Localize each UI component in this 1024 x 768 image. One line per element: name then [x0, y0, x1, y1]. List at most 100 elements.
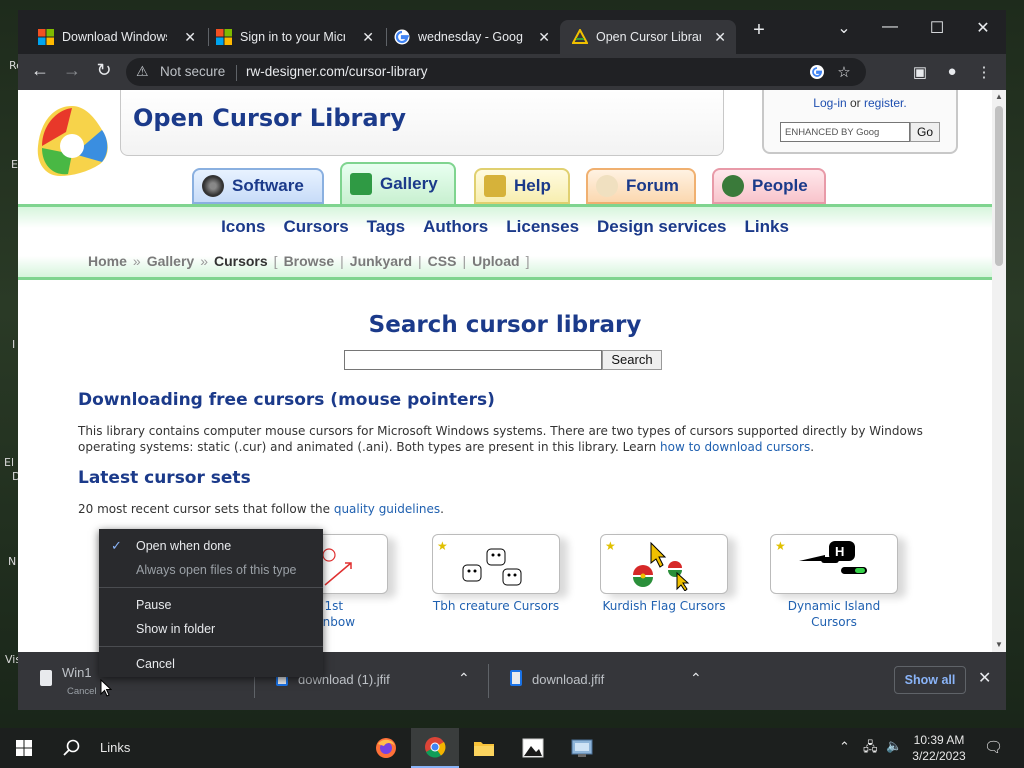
menu-cancel[interactable]: Cancel — [99, 652, 323, 676]
notification-icon[interactable]: 🗨 — [984, 738, 1003, 756]
maximize-button[interactable]: ☐ — [927, 18, 947, 38]
control-panel-taskbar-button[interactable] — [558, 728, 606, 768]
download-heading: Downloading free cursors (mouse pointers… — [78, 390, 495, 410]
star-icon: ★ — [775, 539, 786, 553]
scroll-up-icon[interactable]: ▲ — [995, 92, 1003, 101]
tab-download-windows[interactable]: Download Windows 1 ✕ — [26, 20, 206, 54]
crumb-junkyard[interactable]: Junkyard — [350, 253, 412, 269]
close-tab-icon[interactable]: ✕ — [538, 29, 550, 46]
bookmark-star-icon[interactable]: ☆ — [834, 63, 854, 81]
tab-label: Gallery — [380, 174, 438, 193]
tab-gallery[interactable]: Gallery — [340, 162, 456, 204]
close-window-button[interactable]: ✕ — [973, 18, 993, 38]
security-status[interactable]: Not secure — [160, 64, 225, 79]
login-link[interactable]: Log-in — [813, 96, 846, 110]
taskbar-search-button[interactable] — [48, 728, 96, 768]
site-header: Open Cursor Library — [120, 90, 724, 156]
person-icon — [722, 175, 744, 197]
menu-licenses[interactable]: Licenses — [506, 217, 579, 237]
how-to-download-link[interactable]: how to download cursors — [660, 440, 810, 454]
tab-people[interactable]: People — [712, 168, 826, 204]
search-button[interactable]: Search — [602, 350, 662, 370]
menu-authors[interactable]: Authors — [423, 217, 488, 237]
reload-icon[interactable]: ↻ — [92, 60, 116, 81]
download-paragraph: This library contains computer mouse cur… — [78, 424, 923, 454]
download-item-download[interactable]: download.jfif ⌃ — [488, 652, 722, 710]
close-tab-icon[interactable]: ✕ — [184, 29, 196, 46]
tab-search-dropdown-icon[interactable]: ⌄ — [834, 18, 854, 38]
url-text[interactable]: rw-designer.com/cursor-library — [246, 64, 428, 79]
network-icon[interactable]: 🖧 — [863, 738, 878, 760]
menu-divider — [99, 646, 323, 647]
tab-software[interactable]: Software — [192, 168, 324, 204]
crumb-upload[interactable]: Upload — [472, 253, 519, 269]
menu-design-services[interactable]: Design services — [597, 217, 726, 237]
side-panel-icon[interactable]: ▣ — [910, 63, 930, 81]
google-search-input[interactable]: ENHANCED BY Goog — [780, 122, 910, 142]
new-tab-button[interactable]: + — [749, 19, 769, 42]
back-icon[interactable]: ← — [28, 60, 52, 81]
tray-overflow-icon[interactable]: ⌃ — [839, 739, 850, 755]
chrome-taskbar-button[interactable] — [411, 728, 459, 768]
crumb-css[interactable]: CSS — [428, 253, 457, 269]
forward-icon[interactable]: → — [60, 60, 84, 81]
tab-help[interactable]: Help — [474, 168, 570, 204]
cursor-card-tbh-creature[interactable]: ★ — [432, 534, 560, 594]
menu-tags[interactable]: Tags — [367, 217, 405, 237]
go-button[interactable]: Go — [910, 122, 940, 142]
taskbar: Links ⌃ 🖧 🔈 10:39 AM 3/22/2023 🗨 — [0, 728, 1024, 768]
system-clock[interactable]: 10:39 AM 3/22/2023 — [904, 732, 974, 764]
cursor-search-input[interactable] — [344, 350, 602, 370]
firefox-taskbar-button[interactable] — [362, 728, 410, 768]
crumb-home[interactable]: Home — [88, 253, 127, 269]
page-scrollbar[interactable]: ▲ ▼ — [992, 90, 1006, 652]
crumb-gallery[interactable]: Gallery — [147, 253, 194, 269]
menu-icon[interactable]: ⋮ — [974, 63, 994, 81]
menu-links[interactable]: Links — [745, 217, 789, 237]
quality-guidelines-link[interactable]: quality guidelines — [334, 502, 440, 516]
volume-icon[interactable]: 🔈 — [886, 738, 902, 754]
tab-open-cursor-library[interactable]: Open Cursor Library ✕ — [560, 20, 736, 54]
chevron-up-icon[interactable]: ⌃ — [690, 670, 702, 687]
minimize-button[interactable]: — — [880, 18, 900, 36]
start-button[interactable] — [0, 728, 48, 768]
photos-taskbar-button[interactable] — [509, 728, 557, 768]
file-explorer-taskbar-button[interactable] — [460, 728, 508, 768]
download-filename: download.jfif — [532, 672, 605, 687]
tab-google-search[interactable]: wednesday - Google ✕ — [382, 20, 560, 54]
menu-show-in-folder[interactable]: Show in folder — [99, 617, 323, 641]
menu-pause[interactable]: Pause — [99, 593, 323, 617]
tab-forum[interactable]: Forum — [586, 168, 696, 204]
menu-cursors[interactable]: Cursors — [283, 217, 348, 237]
help-icon — [484, 175, 506, 197]
cursor-card-dynamic-island[interactable]: ★ H — [770, 534, 898, 594]
card-label[interactable]: Dynamic Island Cursors — [744, 598, 924, 630]
menu-always-open[interactable]: Always open files of this type — [99, 558, 323, 582]
google-lens-icon[interactable] — [809, 64, 825, 80]
menu-icons[interactable]: Icons — [221, 217, 265, 237]
site-title[interactable]: Open Cursor Library — [133, 104, 406, 132]
address-bar[interactable]: ⚠ Not secure rw-designer.com/cursor-libr… — [126, 58, 866, 86]
cursor-card-kurdish-flag[interactable]: ★ — [600, 534, 728, 594]
show-all-button[interactable]: Show all — [894, 666, 966, 694]
crumb-current: Cursors — [213, 253, 268, 269]
latest-heading: Latest cursor sets — [78, 468, 251, 488]
card-label[interactable]: Tbh creature Cursors — [406, 598, 586, 614]
close-tab-icon[interactable]: ✕ — [362, 29, 374, 46]
dynamic-island-cursor-icon: H — [799, 541, 867, 574]
register-link[interactable]: register. — [864, 96, 907, 110]
close-tab-icon[interactable]: ✕ — [714, 29, 726, 46]
crumb-browse[interactable]: Browse — [284, 253, 335, 269]
chevron-up-icon[interactable]: ⌃ — [458, 670, 470, 687]
latest-text: 20 most recent cursor sets that follow t… — [78, 502, 334, 516]
search-icon — [63, 739, 80, 756]
menu-open-when-done[interactable]: ✓ Open when done — [99, 534, 323, 558]
taskbar-search-label[interactable]: Links — [100, 740, 130, 755]
warning-icon[interactable]: ⚠ — [136, 63, 149, 80]
scrollbar-thumb[interactable] — [995, 106, 1003, 266]
profile-icon[interactable]: ● — [942, 63, 962, 80]
close-downloads-icon[interactable]: ✕ — [978, 668, 991, 688]
tab-sign-in[interactable]: Sign in to your Micro ✕ — [204, 20, 384, 54]
scroll-down-icon[interactable]: ▼ — [995, 640, 1003, 649]
card-label[interactable]: Kurdish Flag Cursors — [574, 598, 754, 614]
